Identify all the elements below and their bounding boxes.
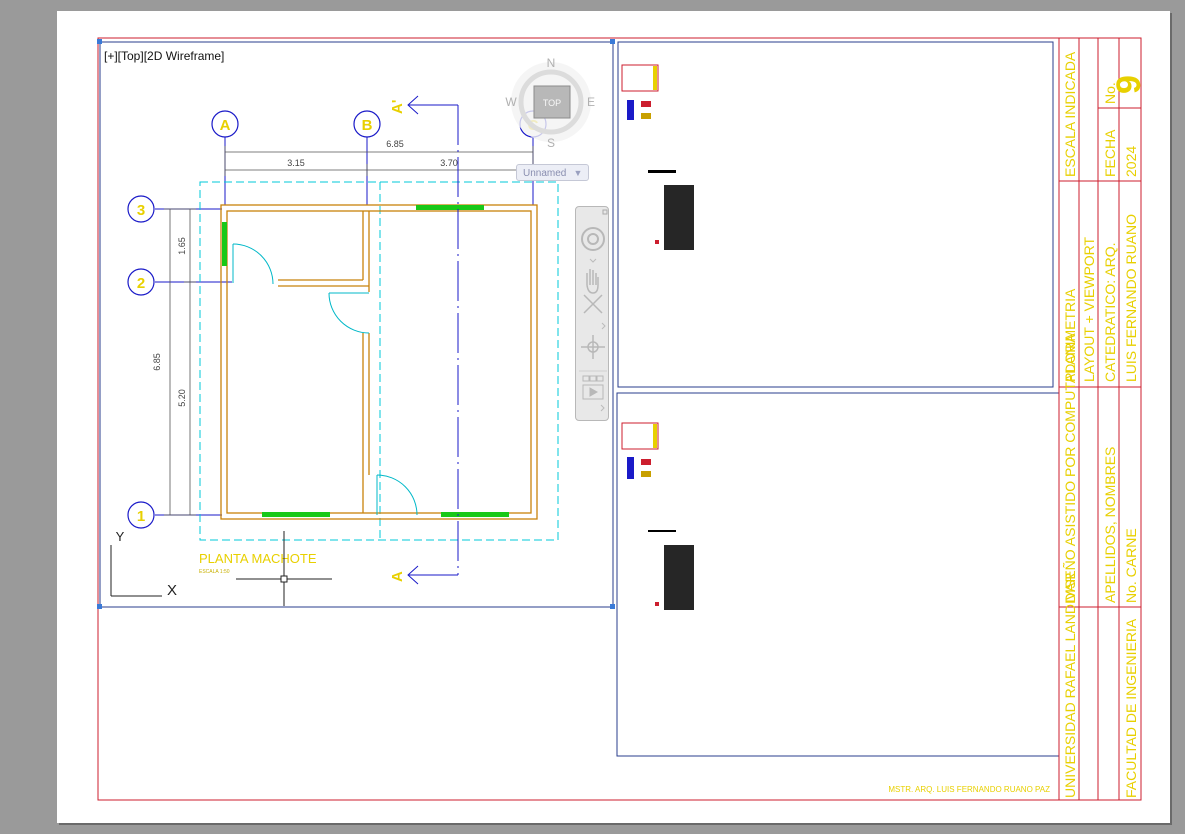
doors (232, 243, 418, 516)
zoom-extents-icon[interactable] (583, 294, 603, 314)
showmotion-icon[interactable] (582, 375, 604, 400)
windows (222, 205, 509, 517)
section-label-top: A' (389, 100, 406, 114)
viewport-grip[interactable] (610, 604, 615, 609)
tb-layout: LAYOUT + VIEWPORT (1081, 236, 1097, 382)
thumbnail-upper (621, 64, 694, 250)
viewport-label[interactable]: [+][Top][2D Wireframe] (104, 49, 224, 63)
tb-faculty: FACULTAD DE INGENIERIA (1123, 618, 1139, 798)
section-label-bottom: A (389, 571, 406, 582)
dim-lower-v: 5.20 (177, 389, 187, 407)
compass-west[interactable]: W (505, 95, 517, 109)
grid-label-b: B (362, 117, 373, 134)
section-line (407, 95, 459, 585)
grid-label-3: 3 (137, 202, 145, 219)
grid-bubbles (127, 110, 547, 529)
tb-sheet-number: 9 (1110, 75, 1148, 94)
ucs-x-label: X (167, 582, 177, 599)
walls (220, 204, 538, 520)
dimensions-horizontal (224, 146, 534, 176)
ucs-icon (110, 545, 162, 597)
tb-footer-signature: MSTR. ARQ. LUIS FERNANDO RUANO PAZ (888, 785, 1050, 794)
ucs-dropdown-label: Unnamed (523, 168, 567, 179)
dim-upper-v: 1.65 (177, 237, 187, 255)
tb-carne: No. CARNE (1123, 528, 1139, 603)
ucs-dropdown[interactable]: Unnamed ▼ (516, 164, 590, 181)
tb-year: 2024 (1123, 146, 1139, 177)
viewport-grip[interactable] (97, 39, 102, 44)
tb-planimetria: PLANIMETRIA (1062, 288, 1078, 382)
crosshair-cursor (236, 531, 332, 606)
dim-total-v: 6.85 (152, 353, 162, 371)
tb-names: APELLIDOS, NOMBRES (1102, 447, 1118, 603)
thumbnail-lower (621, 422, 694, 610)
roof-outline (199, 181, 559, 541)
viewport-grip[interactable] (97, 604, 102, 609)
compass-south[interactable]: S (547, 136, 555, 150)
dim-total-h: 6.85 (386, 139, 404, 149)
tb-catedratico-name: LUIS FERNANDO RUANO (1123, 214, 1139, 382)
tb-catedratico: CATEDRATICO: ARQ. (1102, 243, 1118, 383)
plan-scale: ESCALA 1:50 (199, 569, 230, 575)
pan-icon[interactable] (586, 269, 599, 294)
steering-wheel-icon[interactable] (581, 227, 605, 251)
tb-fecha: FECHA (1102, 129, 1118, 177)
compass-east[interactable]: E (587, 95, 595, 109)
grid-label-2: 2 (137, 275, 145, 292)
dim-right-h: 3.70 (440, 158, 458, 168)
tb-escala: ESCALA INDICADA (1062, 51, 1078, 177)
plan-title: PLANTA MACHOTE (199, 551, 317, 566)
orbit-icon[interactable] (581, 335, 605, 359)
grid-label-a: A (220, 117, 231, 134)
compass-north[interactable]: N (547, 56, 556, 70)
chevron-down-icon: ▼ (573, 168, 583, 178)
navigation-bar[interactable] (575, 206, 609, 421)
ucs-y-label: Y (116, 529, 125, 544)
viewcube-top-label: TOP (543, 98, 561, 108)
tb-university: UNIVERSIDAD RAFAEL LANDIVAR (1062, 572, 1078, 798)
viewport-grip[interactable] (610, 39, 615, 44)
grid-label-1: 1 (137, 508, 145, 525)
navbar-icons (579, 209, 608, 412)
grid-lines (155, 137, 534, 516)
dim-left-h: 3.15 (287, 158, 305, 168)
